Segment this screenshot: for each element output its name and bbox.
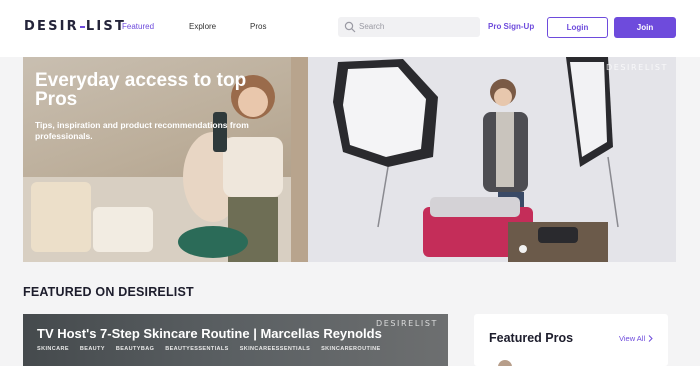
video-tag[interactable]: SKINCAREROUTINE (321, 346, 380, 352)
nav-explore[interactable]: Explore (189, 22, 216, 31)
video-tag[interactable]: BEAUTY (80, 346, 105, 352)
top-header: DESIR LIST Featured Explore Pros Search P… (0, 0, 700, 57)
nav-pros[interactable]: Pros (250, 22, 266, 31)
video-tag[interactable]: BEAUTYESSENTIALS (165, 346, 229, 352)
featured-heading: FEATURED ON DESIRELIST (23, 285, 194, 299)
video-tag[interactable]: SKINCARE (37, 346, 69, 352)
video-tag[interactable]: SKINCAREESSENTIALS (240, 346, 310, 352)
video-tags: SKINCARE BEAUTY BEAUTYBAG BEAUTYESSENTIA… (37, 346, 390, 352)
video-title[interactable]: TV Host's 7-Step Skincare Routine | Marc… (37, 326, 382, 341)
site-logo[interactable]: DESIR LIST (24, 19, 126, 34)
join-button[interactable]: Join (614, 17, 676, 38)
view-all-label: View All (619, 334, 646, 343)
hero-watermark: DESIRELIST (605, 63, 668, 72)
login-button[interactable]: Login (547, 17, 608, 38)
hero-subtitle: Tips, inspiration and product recommenda… (35, 120, 249, 141)
search-icon (344, 21, 356, 33)
pro-avatar[interactable] (498, 360, 512, 366)
search-input[interactable]: Search (338, 17, 480, 37)
featured-pros-panel: Featured Pros View All (474, 314, 668, 366)
chevron-right-icon (648, 335, 653, 342)
video-watermark: DESIRELIST (375, 319, 438, 328)
hero-title: Everyday access to top Pros (35, 70, 247, 110)
featured-video-card[interactable]: TV Host's 7-Step Skincare Routine | Marc… (23, 314, 448, 366)
nav-featured[interactable]: Featured (122, 22, 154, 31)
featured-pros-title: Featured Pros (489, 331, 574, 345)
view-all-link[interactable]: View All (619, 334, 654, 343)
hero-right-illustration (308, 57, 676, 262)
hero-photo-right: DESIRELIST (308, 57, 676, 262)
hero-banner: Everyday access to top Pros Tips, inspir… (23, 57, 676, 262)
hero-photo-left: Everyday access to top Pros Tips, inspir… (23, 57, 308, 262)
search-placeholder: Search (359, 22, 385, 31)
video-tag[interactable]: BEAUTYBAG (116, 346, 154, 352)
pro-signup-link[interactable]: Pro Sign-Up (488, 22, 534, 31)
